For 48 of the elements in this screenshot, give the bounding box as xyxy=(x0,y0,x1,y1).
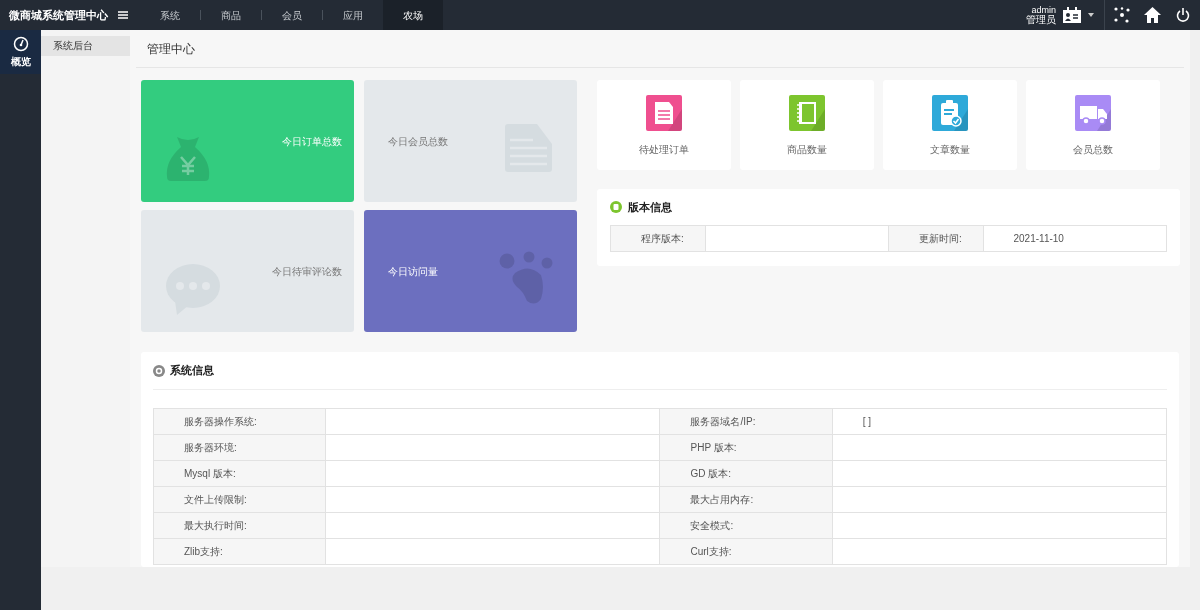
tile-label: 今日订单总数 xyxy=(282,134,342,149)
tile-label: 今日会员总数 xyxy=(388,134,448,149)
app-title: 微商城系统管理中心 xyxy=(9,7,108,23)
field-label: 服务器环境: xyxy=(184,442,237,453)
field-label: Zlib支持: xyxy=(184,546,223,557)
gear-icon xyxy=(153,364,165,377)
user-role: 管理员 xyxy=(1026,15,1056,25)
field-label: PHP 版本: xyxy=(690,442,737,453)
sidebar-item[interactable]: 概览 xyxy=(0,30,41,74)
power-icon[interactable] xyxy=(1176,8,1190,22)
field-label: Curl支持: xyxy=(690,546,732,557)
field-label: 服务器域名/IP: xyxy=(690,416,756,427)
stat-label: 待处理订单 xyxy=(639,143,689,157)
field-label: 安全模式: xyxy=(690,520,734,531)
field-label: 文件上传限制: xyxy=(184,494,247,505)
id-card-icon[interactable] xyxy=(1062,6,1082,24)
money-bag-icon xyxy=(165,135,211,183)
nav-tab[interactable]: 系统 xyxy=(140,0,200,30)
field-value: 2021-11-10 xyxy=(1013,233,1064,244)
field-label: 程序版本: xyxy=(641,233,684,244)
tile-label: 今日待审评论数 xyxy=(272,264,342,279)
panel-title: 版本信息 xyxy=(628,199,672,215)
field-label: 服务器操作系统: xyxy=(184,416,257,427)
dashboard-icon xyxy=(12,35,29,52)
stat-label: 商品数量 xyxy=(787,143,827,157)
menu-icon[interactable] xyxy=(118,11,128,19)
panel-title: 系统信息 xyxy=(170,363,214,379)
sub-nav-item[interactable]: 系统后台 xyxy=(41,35,130,56)
tile-label: 今日访问量 xyxy=(388,264,438,279)
footprint-icon xyxy=(499,251,553,305)
nav-tab[interactable]: 会员 xyxy=(262,0,322,30)
field-label: 最大占用内存: xyxy=(690,494,754,505)
nav-tab[interactable]: 农场 xyxy=(383,0,443,30)
nav-tab[interactable]: 商品 xyxy=(201,0,261,30)
nav-tab[interactable]: 应用 xyxy=(323,0,383,30)
field-label: 更新时间: xyxy=(919,233,962,244)
field-label: Mysql 版本: xyxy=(184,468,236,479)
caret-icon[interactable] xyxy=(1088,13,1094,17)
page-title: 管理中心 xyxy=(147,40,195,58)
field-value: [ ] xyxy=(862,416,872,427)
info-icon xyxy=(610,201,622,213)
user-name: admin xyxy=(1031,5,1056,15)
stat-label: 会员总数 xyxy=(1073,143,1113,157)
field-label: GD 版本: xyxy=(690,468,732,479)
field-label: 最大执行时间: xyxy=(184,520,247,531)
home-icon[interactable] xyxy=(1144,7,1161,23)
network-icon[interactable] xyxy=(1114,7,1130,23)
stat-label: 文章数量 xyxy=(930,143,970,157)
